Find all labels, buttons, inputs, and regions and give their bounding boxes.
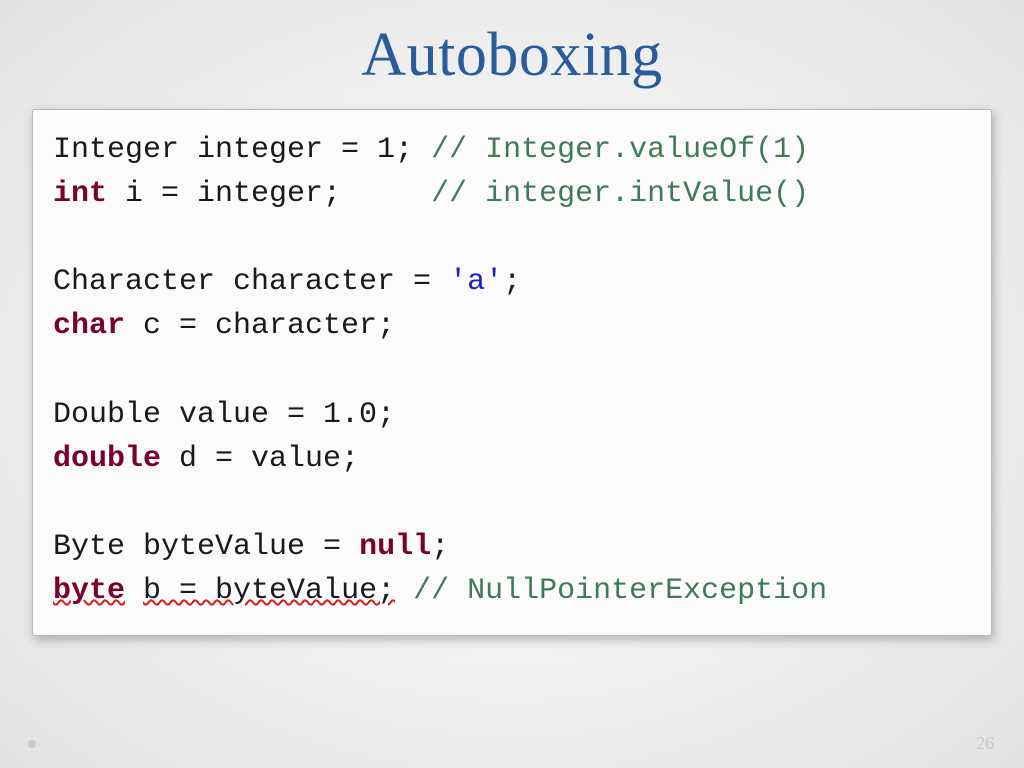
code-text: d = value; <box>161 442 359 476</box>
code-comment: // Integer.valueOf(1) <box>431 133 809 167</box>
decorative-dot-icon <box>28 740 36 748</box>
slide: Autoboxing Integer integer = 1; // Integ… <box>0 0 1024 768</box>
code-text: ; <box>503 265 521 299</box>
code-text: ; <box>431 530 449 564</box>
code-comment: // integer.intValue() <box>431 177 809 211</box>
code-keyword: null <box>359 530 431 564</box>
page-number: 26 <box>976 733 994 754</box>
code-text: c = character; <box>125 309 395 343</box>
code-text: i = integer; <box>107 177 431 211</box>
code-text <box>395 574 413 608</box>
code-string: 'a' <box>449 265 503 299</box>
code-keyword: int <box>53 177 107 211</box>
code-text: Integer integer = 1; <box>53 133 431 167</box>
code-error: b = byteValue; <box>143 574 395 608</box>
code-block: Integer integer = 1; // Integer.valueOf(… <box>53 128 971 613</box>
slide-title: Autoboxing <box>361 20 662 91</box>
code-comment: // NullPointerException <box>413 574 827 608</box>
code-text: Character character = <box>53 265 449 299</box>
code-text: Byte byteValue = <box>53 530 359 564</box>
code-keyword: double <box>53 442 161 476</box>
code-keyword-error: byte <box>53 574 125 608</box>
code-keyword: char <box>53 309 125 343</box>
code-text: Double value = 1.0; <box>53 398 395 432</box>
code-text <box>125 574 143 608</box>
code-box: Integer integer = 1; // Integer.valueOf(… <box>32 109 992 636</box>
